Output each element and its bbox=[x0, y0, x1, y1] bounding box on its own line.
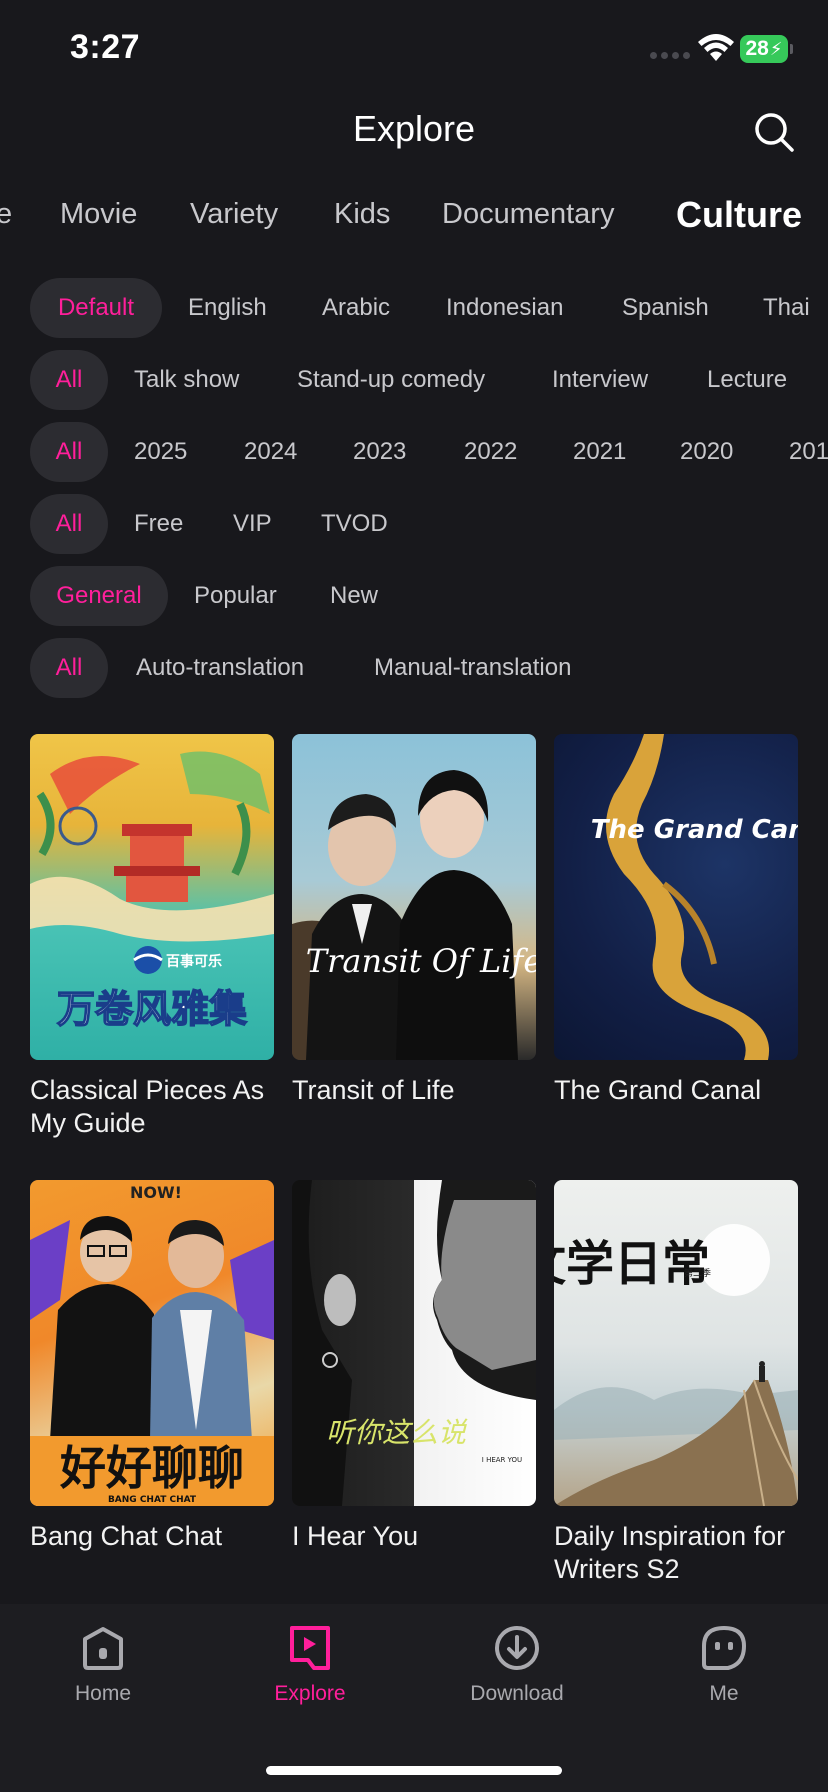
wifi-icon bbox=[698, 34, 734, 61]
poster-subtitle: I HEAR YOU bbox=[482, 1456, 522, 1464]
filter-chip-arabic[interactable]: Arabic bbox=[322, 278, 390, 338]
content-title[interactable]: Classical Pieces As My Guide bbox=[30, 1074, 274, 1140]
filter-chip-all[interactable]: All bbox=[30, 350, 108, 410]
filter-chip-manual-translation[interactable]: Manual-translation bbox=[374, 638, 571, 698]
filter-chip-general[interactable]: General bbox=[30, 566, 168, 626]
content-title[interactable]: Bang Chat Chat bbox=[30, 1520, 274, 1553]
payment-filter-row: All Free VIP TVOD bbox=[0, 494, 828, 554]
filter-chip-vip[interactable]: VIP bbox=[233, 494, 272, 554]
cellular-signal-icon bbox=[650, 52, 690, 59]
tab-variety[interactable]: Variety bbox=[190, 198, 278, 231]
filter-chip-201x[interactable]: 201 bbox=[789, 422, 828, 482]
poster-brand: 百事可乐 bbox=[166, 953, 222, 970]
nav-me[interactable]: Me bbox=[654, 1624, 794, 1706]
filter-chip-default[interactable]: Default bbox=[30, 278, 162, 338]
content-card[interactable]: Transit Of Life Transit of Life bbox=[292, 734, 536, 1107]
filter-chip-interview[interactable]: Interview bbox=[552, 350, 648, 410]
filter-chip-2021[interactable]: 2021 bbox=[573, 422, 626, 482]
poster-image: 百事可乐 万卷风雅集 bbox=[30, 734, 274, 1060]
download-icon bbox=[495, 1626, 539, 1670]
year-filter-row: All 2025 2024 2023 2022 2021 2020 201 bbox=[0, 422, 828, 482]
battery-tip bbox=[790, 44, 793, 54]
poster-title-art: 听你这么说 bbox=[326, 1416, 468, 1449]
status-time: 3:27 bbox=[70, 28, 141, 66]
filter-chip-lecture[interactable]: Lecture bbox=[707, 350, 787, 410]
poster-title-art: The Grand Canal bbox=[591, 815, 798, 845]
filter-chip-thai[interactable]: Thai bbox=[763, 278, 810, 338]
tab-culture[interactable]: Culture bbox=[676, 194, 802, 236]
me-icon bbox=[702, 1626, 746, 1670]
sort-filter-row: General Popular New bbox=[0, 566, 828, 626]
tab-documentary[interactable]: Documentary bbox=[442, 198, 614, 231]
home-indicator bbox=[266, 1766, 562, 1775]
filter-chip-new[interactable]: New bbox=[330, 566, 378, 626]
bottom-navigation: Home Explore Download Me bbox=[0, 1604, 828, 1792]
nav-home-label: Home bbox=[74, 1682, 132, 1705]
page-title: Explore bbox=[352, 108, 476, 149]
content-card[interactable]: 听你这么说 I HEAR YOU I Hear You bbox=[292, 1180, 536, 1553]
filter-chip-indonesian[interactable]: Indonesian bbox=[446, 278, 563, 338]
filter-chip-english[interactable]: English bbox=[188, 278, 267, 338]
poster-title-art: Transit Of Life bbox=[306, 942, 536, 980]
filter-chip-spanish[interactable]: Spanish bbox=[622, 278, 709, 338]
tab-kids[interactable]: Kids bbox=[334, 198, 390, 231]
tab-partial[interactable]: e bbox=[0, 198, 12, 231]
poster-subtitle: BANG CHAT CHAT bbox=[108, 1495, 197, 1505]
filter-chip-2024[interactable]: 2024 bbox=[244, 422, 297, 482]
poster-image: The Grand Canal bbox=[554, 734, 798, 1060]
poster-title-art: 万卷风雅集 bbox=[57, 987, 247, 1031]
content-title[interactable]: Transit of Life bbox=[292, 1074, 536, 1107]
filter-chip-talk-show[interactable]: Talk show bbox=[134, 350, 239, 410]
filter-chip-popular[interactable]: Popular bbox=[194, 566, 277, 626]
filter-chip-auto-translation[interactable]: Auto-translation bbox=[136, 638, 304, 698]
nav-download[interactable]: Download bbox=[447, 1624, 587, 1706]
genre-filter-row: All Talk show Stand-up comedy Interview … bbox=[0, 350, 828, 410]
poster-subtitle: 第二季 bbox=[684, 1267, 711, 1279]
poster-image: 听你这么说 I HEAR YOU bbox=[292, 1180, 536, 1506]
content-title[interactable]: I Hear You bbox=[292, 1520, 536, 1553]
poster-title-art: 文学日常 bbox=[554, 1236, 710, 1292]
nav-download-label: Download bbox=[470, 1682, 564, 1705]
filter-chip-2023[interactable]: 2023 bbox=[353, 422, 406, 482]
language-filter-row: Default English Arabic Indonesian Spanis… bbox=[0, 278, 828, 338]
battery-indicator: 28 ⚡ bbox=[740, 35, 788, 63]
translation-filter-row: All Auto-translation Manual-translation bbox=[0, 638, 828, 698]
filter-chip-2025[interactable]: 2025 bbox=[134, 422, 187, 482]
explore-icon bbox=[290, 1626, 330, 1670]
content-title[interactable]: The Grand Canal bbox=[554, 1074, 798, 1107]
filter-chip-2020[interactable]: 2020 bbox=[680, 422, 733, 482]
tab-movie[interactable]: Movie bbox=[60, 198, 137, 231]
poster-image: NOW! 好好聊聊 BANG CHAT CHAT bbox=[30, 1180, 274, 1506]
search-icon[interactable] bbox=[752, 110, 796, 154]
nav-home[interactable]: Home bbox=[33, 1624, 173, 1706]
nav-explore[interactable]: Explore bbox=[240, 1624, 380, 1706]
poster-image: 文学日常 第二季 bbox=[554, 1180, 798, 1506]
filter-chip-2022[interactable]: 2022 bbox=[464, 422, 517, 482]
nav-explore-label: Explore bbox=[274, 1682, 346, 1705]
filter-chip-all[interactable]: All bbox=[30, 494, 108, 554]
filter-chip-all[interactable]: All bbox=[30, 638, 108, 698]
content-card[interactable]: NOW! 好好聊聊 BANG CHAT CHAT Bang Chat Chat bbox=[30, 1180, 274, 1553]
nav-me-label: Me bbox=[709, 1682, 739, 1705]
poster-title-art: 好好聊聊 bbox=[59, 1441, 244, 1495]
content-card[interactable]: The Grand Canal The Grand Canal bbox=[554, 734, 798, 1107]
poster-image: Transit Of Life bbox=[292, 734, 536, 1060]
filter-chip-free[interactable]: Free bbox=[134, 494, 183, 554]
filter-chip-stand-up-comedy[interactable]: Stand-up comedy bbox=[297, 350, 485, 410]
home-icon bbox=[83, 1627, 123, 1670]
category-tabs: e Movie Variety Kids Documentary Culture bbox=[0, 194, 828, 242]
content-card[interactable]: 百事可乐 万卷风雅集 Classical Pieces As My Guide bbox=[30, 734, 274, 1140]
content-card[interactable]: 文学日常 第二季 Daily Inspiration for Writers S… bbox=[554, 1180, 798, 1586]
content-title[interactable]: Daily Inspiration for Writers S2 bbox=[554, 1520, 798, 1586]
filter-chip-all[interactable]: All bbox=[30, 422, 108, 482]
poster-corner-text: NOW! bbox=[130, 1183, 182, 1202]
battery-level: 28 bbox=[745, 37, 769, 60]
filter-chip-tvod[interactable]: TVOD bbox=[321, 494, 388, 554]
